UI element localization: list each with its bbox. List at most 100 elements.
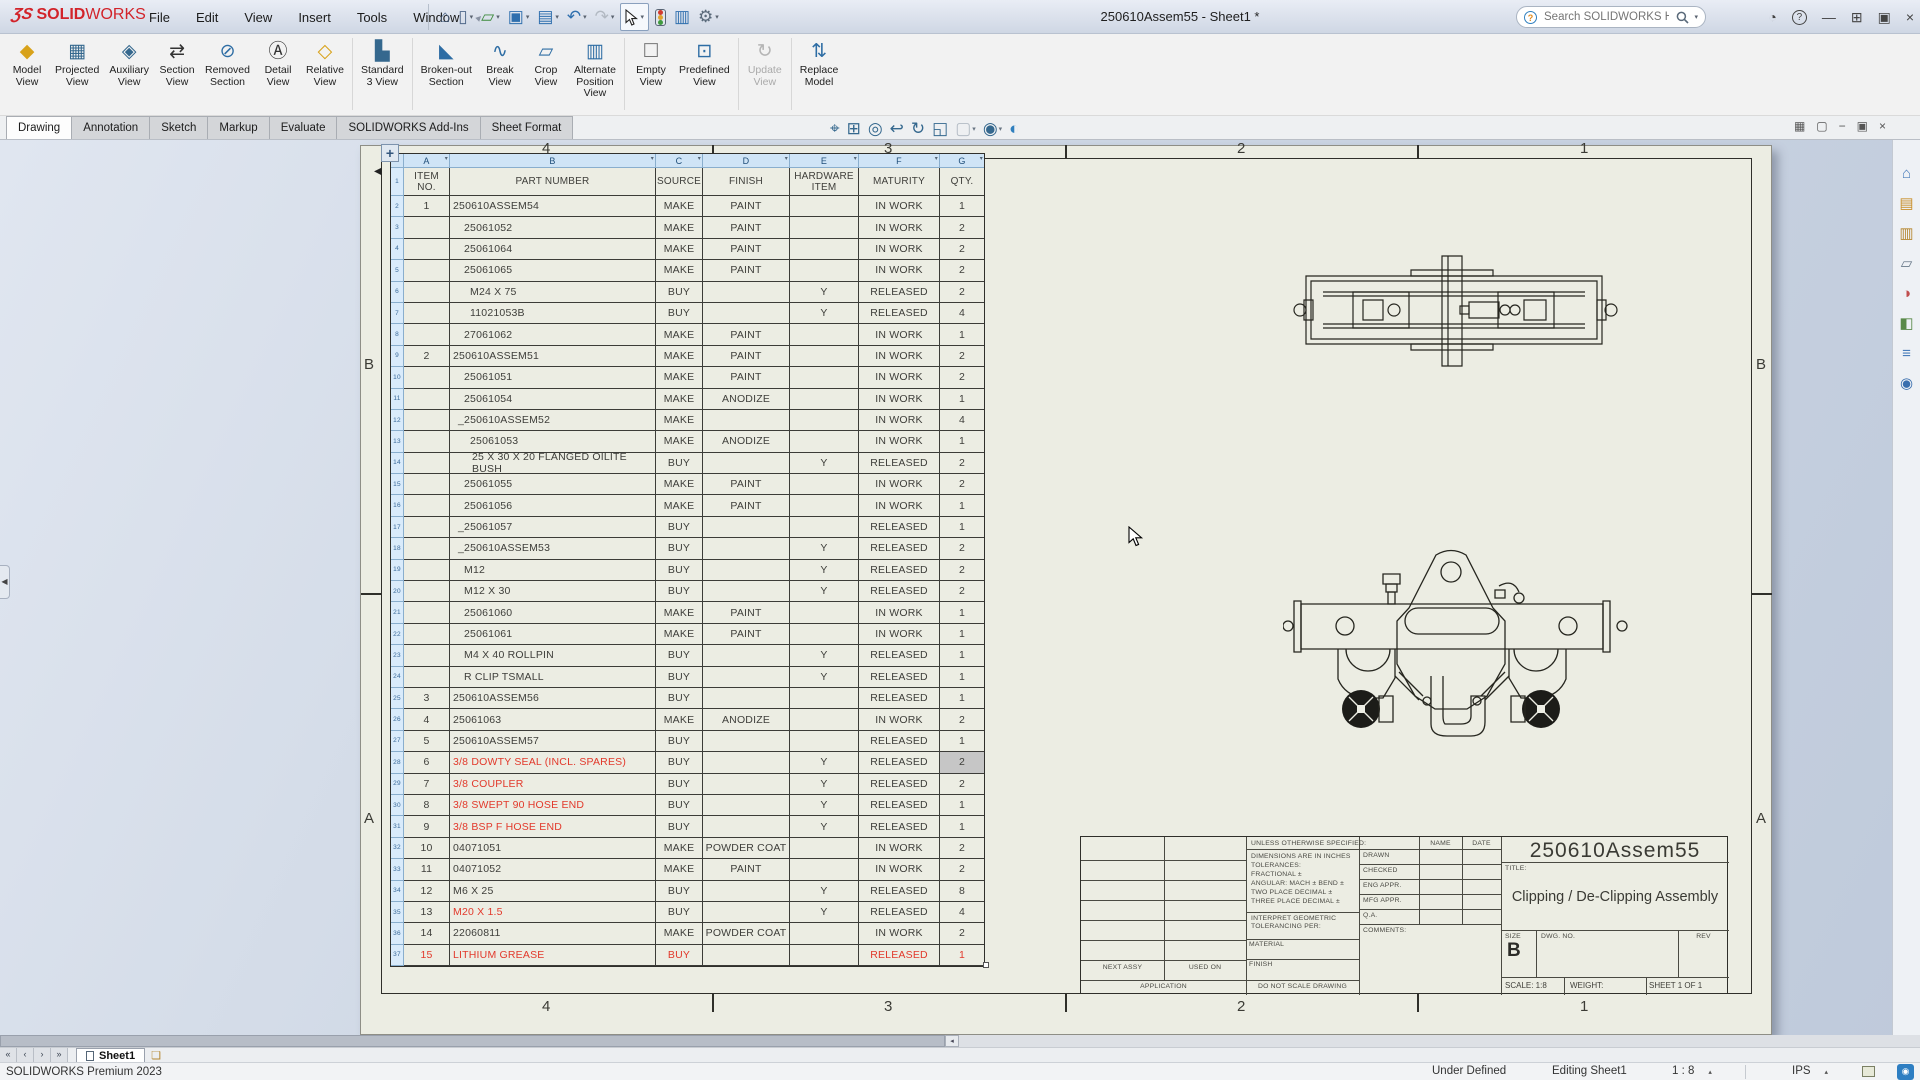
bom-cell[interactable]: IN WORK: [859, 602, 940, 624]
bom-cell[interactable]: [404, 495, 450, 517]
bom-cell[interactable]: [790, 516, 859, 539]
bom-cell[interactable]: RELEASED: [859, 901, 940, 924]
bom-cell[interactable]: [404, 538, 450, 560]
next-sheet-icon[interactable]: ›: [34, 1048, 51, 1062]
bom-cell[interactable]: PAINT: [703, 324, 790, 346]
bom-cell[interactable]: BUY: [656, 281, 703, 303]
bom-row-number[interactable]: 15: [391, 474, 404, 496]
bom-cell[interactable]: 3/8 DOWTY SEAL (INCL. SPARES): [450, 752, 656, 774]
bom-column-letter-G[interactable]: G ▾: [940, 154, 984, 168]
bom-cell[interactable]: 4: [940, 902, 984, 924]
bom-cell[interactable]: 4: [940, 303, 984, 325]
bom-cell[interactable]: BUY: [656, 559, 703, 582]
bom-cell[interactable]: [790, 431, 859, 453]
bom-row-number[interactable]: 4: [391, 238, 404, 261]
undo-icon[interactable]: ↶ ▾: [563, 3, 591, 31]
bom-cell[interactable]: 11021053B: [450, 302, 656, 325]
bom-cell[interactable]: [790, 944, 859, 967]
bom-row-number[interactable]: 5: [391, 260, 404, 282]
bom-cell[interactable]: Y: [790, 538, 859, 560]
bom-row-number[interactable]: 3: [391, 217, 404, 239]
bom-cell[interactable]: 1: [940, 431, 984, 453]
user-account-icon[interactable]: ◔: [1768, 9, 1776, 25]
relative-view-button[interactable]: ◇ Relative View: [301, 37, 349, 90]
status-scale[interactable]: 1 : 8 ▴: [1672, 1063, 1712, 1080]
bom-cell[interactable]: 1: [940, 667, 984, 688]
menu-file[interactable]: File: [136, 10, 183, 25]
bom-row-number[interactable]: 36: [391, 923, 404, 945]
bom-cell[interactable]: IN WORK: [859, 324, 940, 346]
bom-cell[interactable]: [703, 516, 790, 539]
bom-row-number[interactable]: 19: [391, 559, 404, 582]
bom-cell[interactable]: PAINT: [703, 602, 790, 624]
bom-cell[interactable]: PAINT: [703, 345, 790, 368]
bom-cell[interactable]: [790, 730, 859, 753]
bom-cell[interactable]: [404, 260, 450, 282]
bom-cell[interactable]: RELEASED: [859, 880, 940, 902]
bom-cell[interactable]: [790, 345, 859, 368]
bom-cell[interactable]: PAINT: [703, 367, 790, 389]
column-dropdown-icon[interactable]: ▾: [651, 155, 654, 162]
bom-cell[interactable]: IN WORK: [859, 495, 940, 517]
bom-cell[interactable]: [790, 388, 859, 410]
appearances-icon[interactable]: ◑: [1902, 286, 1911, 301]
bom-cell[interactable]: IN WORK: [859, 388, 940, 410]
bom-cell[interactable]: IN WORK: [859, 923, 940, 945]
bom-row-number[interactable]: 16: [391, 495, 404, 517]
bom-cell[interactable]: IN WORK: [859, 196, 940, 218]
bom-cell[interactable]: _250610ASSEM53: [450, 538, 656, 560]
bom-cell[interactable]: [404, 431, 450, 453]
bom-cell[interactable]: ANODIZE: [703, 388, 790, 410]
bom-cell[interactable]: 25061061: [450, 623, 656, 646]
bom-cell[interactable]: 11: [404, 859, 450, 881]
bom-cell[interactable]: 14: [404, 923, 450, 945]
bom-cell[interactable]: Y: [790, 452, 859, 475]
bom-cell[interactable]: IN WORK: [859, 367, 940, 389]
bom-cell[interactable]: BUY: [656, 516, 703, 539]
bom-row-number[interactable]: 24: [391, 666, 404, 688]
bom-cell[interactable]: MAKE: [656, 602, 703, 624]
bom-row-number[interactable]: 35: [391, 901, 404, 924]
bom-cell[interactable]: 04071052: [450, 859, 656, 881]
column-dropdown-icon[interactable]: ▾: [785, 155, 788, 162]
bom-cell[interactable]: [703, 302, 790, 325]
bom-cell[interactable]: 250610ASSEM51: [450, 345, 656, 368]
bom-cell[interactable]: 1: [404, 196, 450, 218]
bom-row-number[interactable]: 7: [391, 302, 404, 325]
bom-cell[interactable]: 25061063: [450, 709, 656, 731]
bom-column-letter-D[interactable]: D ▾: [703, 154, 790, 168]
tab-solidworks-add-ins[interactable]: SOLIDWORKS Add-Ins: [336, 116, 481, 139]
horizontal-scrollbar[interactable]: ◂: [0, 1035, 1920, 1047]
bom-cell[interactable]: Y: [790, 773, 859, 795]
bom-cell[interactable]: BUY: [656, 581, 703, 603]
bom-cell[interactable]: M12: [450, 559, 656, 582]
bom-cell[interactable]: [404, 602, 450, 624]
bom-cell[interactable]: 25061056: [450, 495, 656, 517]
bom-cell[interactable]: 2: [404, 345, 450, 368]
bom-cell[interactable]: 2: [940, 260, 984, 282]
bom-cell[interactable]: 8: [940, 881, 984, 902]
zoom-previous-icon[interactable]: ◎: [868, 119, 883, 139]
bom-cell[interactable]: 2: [940, 217, 984, 239]
bom-cell[interactable]: 25061052: [450, 217, 656, 239]
scenes-icon[interactable]: ◧: [1899, 316, 1913, 331]
bom-cell[interactable]: 7: [404, 773, 450, 795]
bom-cell[interactable]: MAKE: [656, 217, 703, 239]
replace-model-button[interactable]: ⇅ Replace Model: [795, 37, 844, 90]
menu-edit[interactable]: Edit: [183, 10, 231, 25]
save-icon[interactable]: ▣ ▾: [504, 3, 534, 31]
bom-cell[interactable]: 25061054: [450, 388, 656, 410]
bom-header-cell[interactable]: QTY.: [940, 168, 984, 196]
bom-cell[interactable]: POWDER COAT: [703, 837, 790, 860]
bom-row-number[interactable]: 1: [391, 168, 404, 196]
restore-icon[interactable]: ▣: [1878, 9, 1891, 26]
bom-cell[interactable]: RELEASED: [859, 645, 940, 667]
bom-header-cell[interactable]: SOURCE: [656, 168, 703, 196]
help-icon[interactable]: ?: [1791, 9, 1807, 25]
bom-cell[interactable]: 15: [404, 944, 450, 967]
bom-cell[interactable]: RELEASED: [859, 281, 940, 303]
bom-cell[interactable]: [404, 281, 450, 303]
sheet-tab-sheet1[interactable]: Sheet1: [76, 1047, 146, 1063]
redo-icon[interactable]: ↷ ▾: [591, 3, 619, 31]
bom-cell[interactable]: 8: [404, 794, 450, 817]
